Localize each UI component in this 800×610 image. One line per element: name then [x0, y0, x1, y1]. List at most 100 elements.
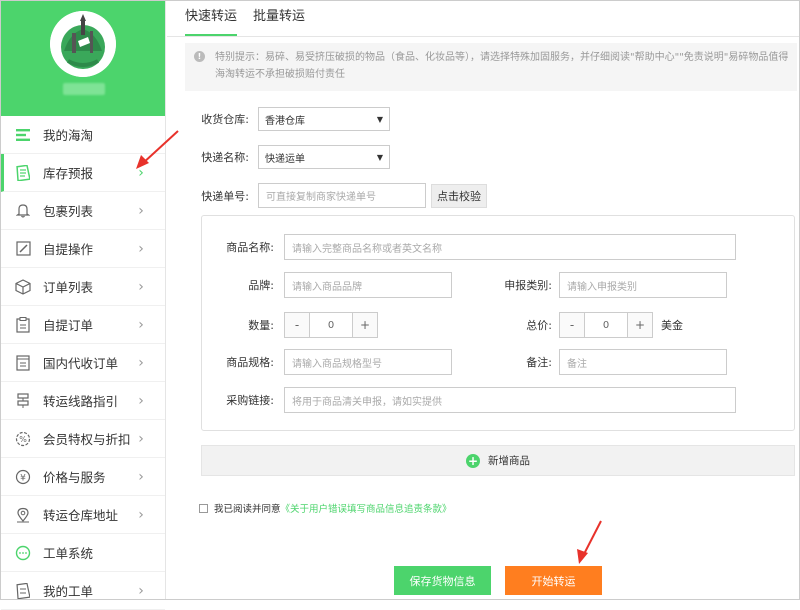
sidebar-item-label: 会员特权与折扣 [43, 429, 133, 448]
remark-label: 备注: [492, 354, 552, 370]
save-goods-button[interactable]: 保存货物信息 [394, 566, 491, 595]
list-icon [15, 127, 31, 143]
sidebar-item-ticket-system[interactable]: 工单系统 [1, 534, 165, 572]
svg-text:¥: ¥ [20, 473, 26, 483]
chevron-right-icon: › [133, 165, 149, 181]
total-minus-button[interactable]: - [560, 313, 584, 337]
sidebar-item-label: 自提订单 [43, 315, 133, 334]
location-icon [15, 507, 31, 523]
tracking-label: 快递单号: [189, 188, 249, 204]
warehouse-row: 收货仓库: 香港仓库 ▼ [189, 107, 390, 131]
sidebar-item-my-tickets[interactable]: 我的工单 › [1, 572, 165, 610]
chevron-right-icon: › [133, 203, 149, 219]
quantity-value[interactable]: 0 [309, 313, 353, 337]
svg-text:%: % [19, 435, 27, 444]
tracking-input[interactable]: 可直接复制商家快递单号 [258, 183, 426, 208]
sidebar-item-order-list[interactable]: 订单列表 › [1, 268, 165, 306]
currency-label: 美金 [661, 317, 683, 333]
chevron-right-icon: › [133, 583, 149, 599]
box-icon [15, 279, 31, 295]
brand-label: 品牌: [208, 277, 274, 293]
username-blurred [63, 83, 105, 95]
bell-icon [15, 203, 31, 219]
spec-row: 商品规格: 请输入商品规格型号 [208, 349, 452, 375]
quantity-minus-button[interactable]: - [285, 313, 309, 337]
product-name-label: 商品名称: [208, 239, 274, 255]
clipboard-icon [15, 317, 31, 333]
sidebar-item-pickup-orders[interactable]: 自提订单 › [1, 306, 165, 344]
purchase-link-row: 采购链接: 将用于商品清关申报，请如实提供 [208, 387, 736, 413]
sidebar-item-label: 我的工单 [43, 581, 133, 600]
sidebar: 我的海淘 库存预报 › 包裹列表 › 自提操作 › [1, 1, 166, 599]
brand-row: 品牌: 请输入商品品牌 [208, 272, 452, 298]
add-product-label: 新增商品 [488, 453, 530, 468]
spec-label: 商品规格: [208, 354, 274, 370]
notice-banner: ! 特别提示：易碎、易受挤压破损的物品（食品、化妆品等），请选择特殊加固服务，并… [185, 43, 797, 91]
sidebar-item-domestic-orders[interactable]: 国内代收订单 › [1, 344, 165, 382]
agreement-row: 我已阅读并同意 《关于用户错误填写商品信息追责条款》 [199, 501, 452, 515]
ticket-icon [15, 583, 31, 599]
total-price-value[interactable]: 0 [584, 313, 628, 337]
sidebar-item-self-pickup[interactable]: 自提操作 › [1, 230, 165, 268]
purchase-link-input[interactable]: 将用于商品清关申报，请如实提供 [284, 387, 736, 413]
courier-select[interactable]: 快递运单 ▼ [258, 145, 390, 169]
category-row: 申报类别: 请输入申报类别 [492, 272, 727, 298]
tab-batch-transfer[interactable]: 批量转运 [253, 0, 305, 36]
verify-button[interactable]: 点击校验 [431, 184, 487, 208]
quantity-plus-button[interactable]: + [353, 313, 377, 337]
warehouse-value: 香港仓库 [265, 112, 305, 127]
sidebar-item-inventory-forecast[interactable]: 库存预报 › [1, 154, 165, 192]
product-form-box: 商品名称: 请输入完整商品名称或者英文名称 品牌: 请输入商品品牌 申报类别: … [201, 215, 795, 431]
tab-bar: 快速转运 批量转运 [167, 1, 799, 37]
total-plus-button[interactable]: + [628, 313, 652, 337]
sidebar-item-my-haitao[interactable]: 我的海淘 [1, 116, 165, 154]
tracking-row: 快递单号: 可直接复制商家快递单号 点击校验 [189, 183, 487, 208]
courier-value: 快递运单 [265, 150, 305, 165]
quantity-stepper: - 0 + [284, 312, 378, 338]
remark-input[interactable]: 备注 [559, 349, 727, 375]
sidebar-item-label: 包裹列表 [43, 201, 133, 220]
agreement-terms-link[interactable]: 《关于用户错误填写商品信息追责条款》 [281, 501, 452, 515]
product-name-row: 商品名称: 请输入完整商品名称或者英文名称 [208, 234, 736, 260]
avatar[interactable] [50, 11, 116, 77]
caret-down-icon: ▼ [377, 153, 383, 162]
agreement-text: 我已阅读并同意 [214, 501, 281, 515]
sidebar-item-price-service[interactable]: ¥ 价格与服务 › [1, 458, 165, 496]
discount-icon: % [15, 431, 31, 447]
main-content: 快速转运 批量转运 ! 特别提示：易碎、易受挤压破损的物品（食品、化妆品等），请… [167, 1, 799, 599]
product-name-input[interactable]: 请输入完整商品名称或者英文名称 [284, 234, 736, 260]
notice-text: 特别提示：易碎、易受挤压破损的物品（食品、化妆品等），请选择特殊加固服务，并仔细… [215, 52, 788, 80]
sidebar-item-label: 价格与服务 [43, 467, 133, 486]
chevron-right-icon: › [133, 355, 149, 371]
warehouse-label: 收货仓库: [189, 111, 249, 127]
sidebar-menu: 我的海淘 库存预报 › 包裹列表 › 自提操作 › [1, 116, 165, 610]
chevron-right-icon: › [133, 431, 149, 447]
receipt-icon [15, 355, 31, 371]
edit-icon [15, 241, 31, 257]
total-price-label: 总价: [492, 317, 552, 333]
sidebar-item-route-guide[interactable]: 转运线路指引 › [1, 382, 165, 420]
chevron-right-icon: › [133, 393, 149, 409]
spec-input[interactable]: 请输入商品规格型号 [284, 349, 452, 375]
caret-down-icon: ▼ [377, 115, 383, 124]
brand-input[interactable]: 请输入商品品牌 [284, 272, 452, 298]
warehouse-select[interactable]: 香港仓库 ▼ [258, 107, 390, 131]
document-icon [15, 165, 31, 181]
chevron-right-icon: › [133, 241, 149, 257]
agreement-checkbox[interactable] [199, 504, 208, 513]
total-price-stepper: - 0 + [559, 312, 653, 338]
sidebar-item-label: 库存预报 [43, 163, 133, 182]
quantity-label: 数量: [208, 317, 274, 333]
yen-icon: ¥ [15, 469, 31, 485]
sidebar-item-warehouse-address[interactable]: 转运仓库地址 › [1, 496, 165, 534]
sidebar-item-label: 自提操作 [43, 239, 133, 258]
add-product-button[interactable]: + 新增商品 [201, 445, 795, 476]
tab-quick-transfer[interactable]: 快速转运 [185, 0, 237, 36]
category-input[interactable]: 请输入申报类别 [559, 272, 727, 298]
sidebar-item-member-discount[interactable]: % 会员特权与折扣 › [1, 420, 165, 458]
purchase-link-label: 采购链接: [208, 392, 274, 408]
courier-row: 快递名称: 快递运单 ▼ [189, 145, 390, 169]
courier-label: 快递名称: [189, 149, 249, 165]
sidebar-item-package-list[interactable]: 包裹列表 › [1, 192, 165, 230]
start-transfer-button[interactable]: 开始转运 [505, 566, 602, 595]
